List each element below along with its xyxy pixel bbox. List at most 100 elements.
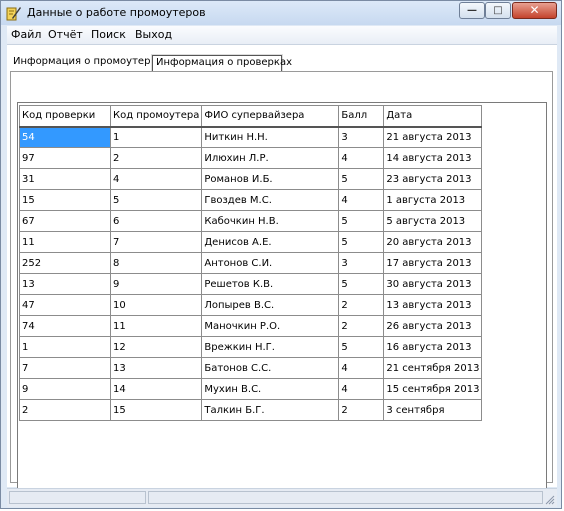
table-row[interactable]: 1 12 Врежкин Н.Г. 5 16 августа 2013 (19, 336, 483, 358)
table-cell[interactable]: 67 (19, 210, 111, 232)
table-cell[interactable]: 26 августа 2013 (383, 315, 483, 337)
table-cell[interactable]: Кабочкин Н.В. (201, 210, 340, 232)
table-cell[interactable]: 13 августа 2013 (383, 294, 483, 316)
table-row[interactable]: 54 1 Ниткин Н.Н. 3 21 августа 2013 (19, 126, 483, 148)
menu-exit[interactable]: Выход (135, 28, 172, 41)
table-cell[interactable]: 21 августа 2013 (383, 126, 483, 148)
tab-promoters-info[interactable]: Информация о промоутерах (10, 55, 162, 71)
table-cell[interactable]: 54 (19, 126, 111, 148)
table-row[interactable]: 13 9 Решетов К.В. 5 30 августа 2013 (19, 273, 483, 295)
table-cell[interactable]: 14 (109, 378, 203, 400)
menu-search[interactable]: Поиск (91, 28, 126, 41)
table-cell[interactable]: 74 (19, 315, 111, 337)
table-cell[interactable]: 9 (109, 273, 203, 295)
table-cell[interactable]: 21 сентября 2013 (383, 357, 483, 379)
table-cell[interactable]: Ниткин Н.Н. (201, 126, 340, 148)
table-cell[interactable]: 14 августа 2013 (383, 147, 483, 169)
table-cell[interactable]: 17 августа 2013 (383, 252, 483, 274)
tab-checks-info[interactable]: Информация о проверках (152, 55, 292, 71)
table-cell[interactable]: Антонов С.И. (201, 252, 340, 274)
table-cell[interactable]: 2 (338, 399, 385, 421)
table-cell[interactable]: Романов И.Б. (201, 168, 340, 190)
column-header-promoter-id[interactable]: Код промоутера (109, 105, 203, 128)
table-cell[interactable]: 47 (19, 294, 111, 316)
menu-file[interactable]: Файл (11, 28, 41, 41)
table-cell[interactable]: 5 (338, 210, 385, 232)
table-row[interactable]: 252 8 Антонов С.И. 3 17 августа 2013 (19, 252, 483, 274)
table-row[interactable]: 15 5 Гвоздев М.С. 4 1 августа 2013 (19, 189, 483, 211)
table-cell[interactable]: Денисов А.Е. (201, 231, 340, 253)
table-cell[interactable]: 1 августа 2013 (383, 189, 483, 211)
table-cell[interactable]: Решетов К.В. (201, 273, 340, 295)
table-row[interactable]: 7 13 Батонов С.С. 4 21 сентября 2013 (19, 357, 483, 379)
menu-report[interactable]: Отчёт (48, 28, 83, 41)
table-cell[interactable]: 5 (338, 336, 385, 358)
table-cell[interactable]: 1 (109, 126, 203, 148)
table-cell[interactable]: 2 (338, 294, 385, 316)
resize-grip-icon[interactable] (545, 495, 555, 505)
table-row[interactable]: 47 10 Лопырев В.С. 2 13 августа 2013 (19, 294, 483, 316)
table-cell[interactable]: 11 (19, 231, 111, 253)
table-cell[interactable]: 10 (109, 294, 203, 316)
table-cell[interactable]: 97 (19, 147, 111, 169)
table-cell[interactable]: 252 (19, 252, 111, 274)
table-row[interactable]: 11 7 Денисов А.Е. 5 20 августа 2013 (19, 231, 483, 253)
table-cell[interactable]: 5 (338, 231, 385, 253)
table-cell[interactable]: 11 (109, 315, 203, 337)
table-cell[interactable]: 15 сентября 2013 (383, 378, 483, 400)
table-cell[interactable]: 4 (109, 168, 203, 190)
table-cell[interactable]: Батонов С.С. (201, 357, 340, 379)
table-row[interactable]: 9 14 Мухин В.С. 4 15 сентября 2013 (19, 378, 483, 400)
table-cell[interactable]: 7 (19, 357, 111, 379)
table-cell[interactable]: 3 (338, 126, 385, 148)
table-cell[interactable]: 4 (338, 357, 385, 379)
maximize-button[interactable]: □ (485, 2, 511, 19)
table-cell[interactable]: 15 (19, 189, 111, 211)
table-cell[interactable]: 5 (109, 189, 203, 211)
table-cell[interactable]: 8 (109, 252, 203, 274)
table-row[interactable]: 31 4 Романов И.Б. 5 23 августа 2013 (19, 168, 483, 190)
column-header-date[interactable]: Дата (383, 105, 483, 128)
column-header-supervisor[interactable]: ФИО супервайзера (201, 105, 340, 128)
table-cell[interactable]: 5 августа 2013 (383, 210, 483, 232)
table-cell[interactable]: 3 сентября (383, 399, 483, 421)
table-cell[interactable]: 15 (109, 399, 203, 421)
table-cell[interactable]: Гвоздев М.С. (201, 189, 340, 211)
table-cell[interactable]: 9 (19, 378, 111, 400)
table-cell[interactable]: 13 (19, 273, 111, 295)
table-cell[interactable]: 2 (338, 315, 385, 337)
table-cell[interactable]: 5 (338, 168, 385, 190)
table-cell[interactable]: Мухин В.С. (201, 378, 340, 400)
table-cell[interactable]: Врежкин Н.Г. (201, 336, 340, 358)
table-cell[interactable]: 30 августа 2013 (383, 273, 483, 295)
table-row[interactable]: 67 6 Кабочкин Н.В. 5 5 августа 2013 (19, 210, 483, 232)
table-cell[interactable]: Маночкин Р.О. (201, 315, 340, 337)
table-cell[interactable]: 6 (109, 210, 203, 232)
minimize-button[interactable]: — (459, 2, 485, 19)
table-cell[interactable]: 12 (109, 336, 203, 358)
table-cell[interactable]: 1 (19, 336, 111, 358)
table-cell[interactable]: 31 (19, 168, 111, 190)
table-cell[interactable]: 5 (338, 273, 385, 295)
table-cell[interactable]: 4 (338, 189, 385, 211)
table-cell[interactable]: 23 августа 2013 (383, 168, 483, 190)
table-cell[interactable]: 13 (109, 357, 203, 379)
table-cell[interactable]: 16 августа 2013 (383, 336, 483, 358)
table-cell[interactable]: 4 (338, 147, 385, 169)
close-button[interactable]: ✕ (512, 2, 557, 19)
table-cell[interactable]: 20 августа 2013 (383, 231, 483, 253)
table-cell[interactable]: 4 (338, 378, 385, 400)
table-cell[interactable]: 2 (19, 399, 111, 421)
column-header-check-id[interactable]: Код проверки (19, 105, 111, 128)
table-row[interactable]: 97 2 Илюхин Л.Р. 4 14 августа 2013 (19, 147, 483, 169)
table-cell[interactable]: 3 (338, 252, 385, 274)
table-cell[interactable]: 2 (109, 147, 203, 169)
column-header-score[interactable]: Балл (338, 105, 385, 128)
table-cell[interactable]: Лопырев В.С. (201, 294, 340, 316)
table-row[interactable]: 2 15 Талкин Б.Г. 2 3 сентября (19, 399, 483, 421)
table-cell[interactable]: Илюхин Л.Р. (201, 147, 340, 169)
data-grid[interactable]: Код проверки Код промоутера ФИО супервай… (17, 102, 547, 506)
table-cell[interactable]: 7 (109, 231, 203, 253)
title-bar[interactable]: Данные о работе промоутеров — □ ✕ (1, 1, 561, 25)
table-row[interactable]: 74 11 Маночкин Р.О. 2 26 августа 2013 (19, 315, 483, 337)
